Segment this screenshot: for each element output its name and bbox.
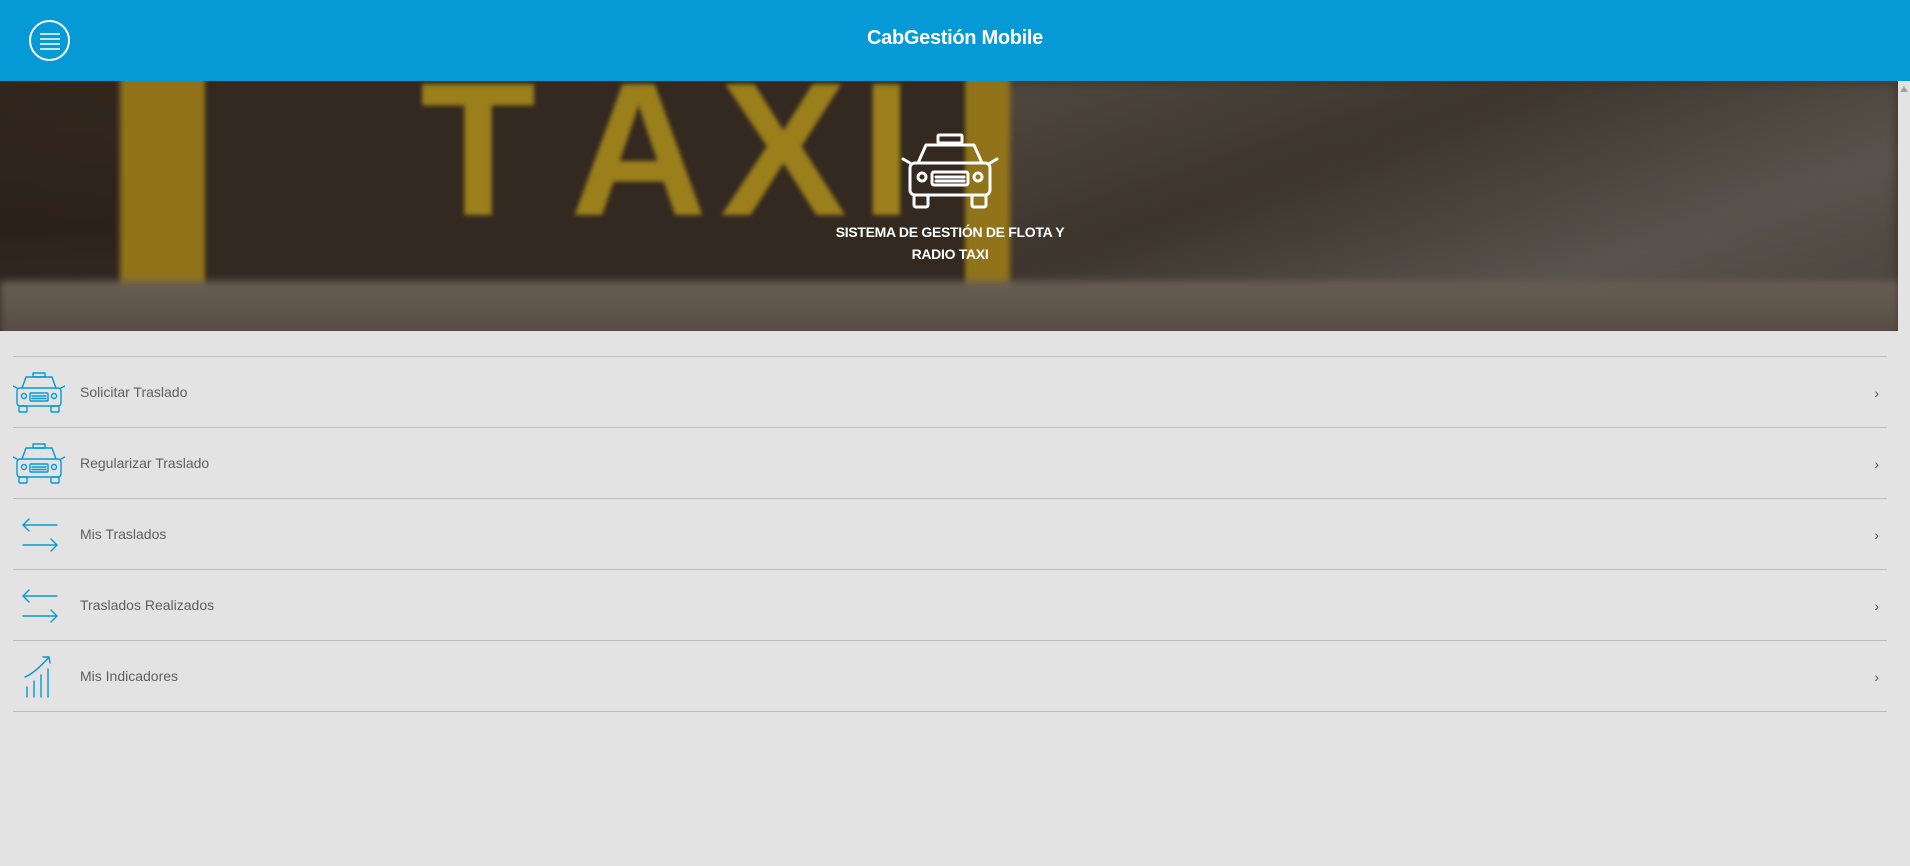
menu-item-solicitar-traslado[interactable]: Solicitar Traslado › xyxy=(13,357,1887,428)
menu-item-mis-indicadores[interactable]: Mis Indicadores › xyxy=(13,641,1887,712)
chevron-right-icon: › xyxy=(1874,669,1879,685)
transfer-arrows-icon xyxy=(22,518,58,552)
scrollbar-up-arrow[interactable] xyxy=(1900,86,1908,92)
main-menu-list: Solicitar Traslado › Regularizar Traslad… xyxy=(13,356,1887,712)
menu-item-label: Regularizar Traslado xyxy=(80,455,210,471)
menu-item-label: Mis Indicadores xyxy=(80,668,179,684)
chevron-right-icon: › xyxy=(1874,456,1879,472)
taxi-icon xyxy=(901,133,999,209)
menu-item-label: Solicitar Traslado xyxy=(80,384,188,400)
chevron-right-icon: › xyxy=(1874,598,1879,614)
bar-chart-trend-icon xyxy=(24,656,51,698)
transfer-arrows-icon xyxy=(22,589,58,623)
menu-item-label: Mis Traslados xyxy=(80,526,167,542)
menu-item-traslados-realizados[interactable]: Traslados Realizados › xyxy=(13,570,1887,641)
menu-item-regularizar-traslado[interactable]: Regularizar Traslado › xyxy=(13,428,1887,499)
menu-item-label: Traslados Realizados xyxy=(80,597,215,613)
hero-subtitle-line1: SISTEMA DE GESTIÓN DE FLOTA Y xyxy=(835,224,1065,240)
chevron-right-icon: › xyxy=(1874,527,1879,543)
hero-subtitle-line2: RADIO TAXI xyxy=(911,246,989,262)
taxi-icon xyxy=(13,443,65,484)
app-title: CabGestión Mobile xyxy=(866,27,1044,49)
menu-item-mis-traslados[interactable]: Mis Traslados › xyxy=(13,499,1887,570)
chevron-right-icon: › xyxy=(1874,385,1879,401)
hero-subtitle: SISTEMA DE GESTIÓN DE FLOTA Y RADIO TAXI xyxy=(800,221,1100,265)
hero-banner: T A X I SISTEMA DE GESTIÓN DE FLOTA Y RA… xyxy=(0,81,1898,331)
taxi-icon xyxy=(13,372,65,413)
app-header: CabGestión Mobile xyxy=(0,0,1910,81)
